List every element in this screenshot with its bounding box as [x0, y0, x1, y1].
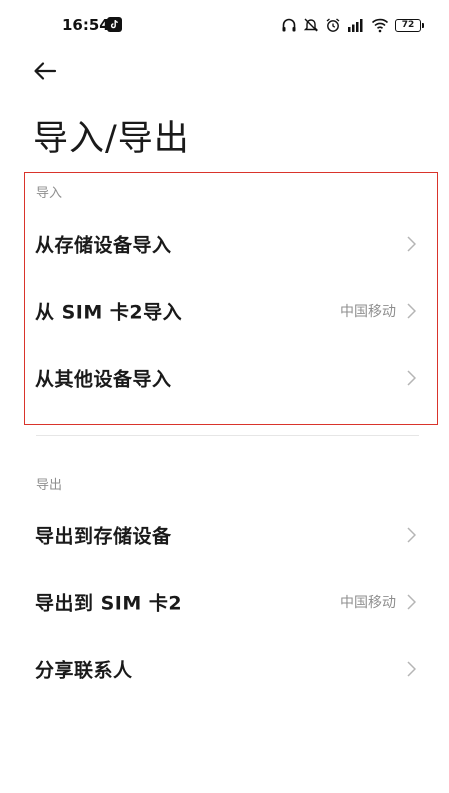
import-from-other-device-item[interactable]: 从其他设备导入 [0, 345, 449, 411]
page-title: 导入/导出 [33, 119, 190, 159]
item-label: 导出到存储设备 [35, 525, 172, 548]
mute-icon [303, 17, 319, 33]
item-label: 分享联系人 [35, 659, 133, 682]
back-button[interactable] [30, 56, 66, 88]
alarm-icon [325, 17, 341, 33]
status-time: 16:54 [62, 16, 110, 34]
chevron-right-icon [407, 594, 417, 610]
status-icons: 72 [281, 15, 424, 35]
chevron-right-icon [407, 370, 417, 386]
export-to-sim2-item[interactable]: 导出到 SIM 卡2 中国移动 [0, 569, 449, 635]
export-to-storage-item[interactable]: 导出到存储设备 [0, 502, 449, 568]
chevron-right-icon [407, 303, 417, 319]
headphones-icon [281, 17, 297, 33]
item-label: 导出到 SIM 卡2 [35, 592, 183, 615]
battery-icon: 72 [395, 18, 424, 32]
import-from-sim2-item[interactable]: 从 SIM 卡2导入 中国移动 [0, 278, 449, 344]
status-bar: 16:54 72 [0, 0, 449, 52]
carrier-value: 中国移动 [340, 595, 396, 611]
chevron-right-icon [407, 236, 417, 252]
signal-icon [347, 17, 365, 33]
wifi-icon [371, 17, 389, 33]
item-label: 从其他设备导入 [35, 368, 172, 391]
share-contacts-item[interactable]: 分享联系人 [0, 636, 449, 702]
chevron-right-icon [407, 661, 417, 677]
chevron-right-icon [407, 527, 417, 543]
import-section-header: 导入 [36, 186, 63, 201]
section-divider [36, 435, 419, 436]
tiktok-icon [107, 17, 122, 32]
carrier-value: 中国移动 [340, 304, 396, 320]
item-label: 从存储设备导入 [35, 234, 172, 257]
export-section-header: 导出 [36, 478, 63, 493]
back-arrow-icon [30, 62, 60, 90]
import-from-storage-item[interactable]: 从存储设备导入 [0, 211, 449, 277]
item-label: 从 SIM 卡2导入 [35, 301, 183, 324]
